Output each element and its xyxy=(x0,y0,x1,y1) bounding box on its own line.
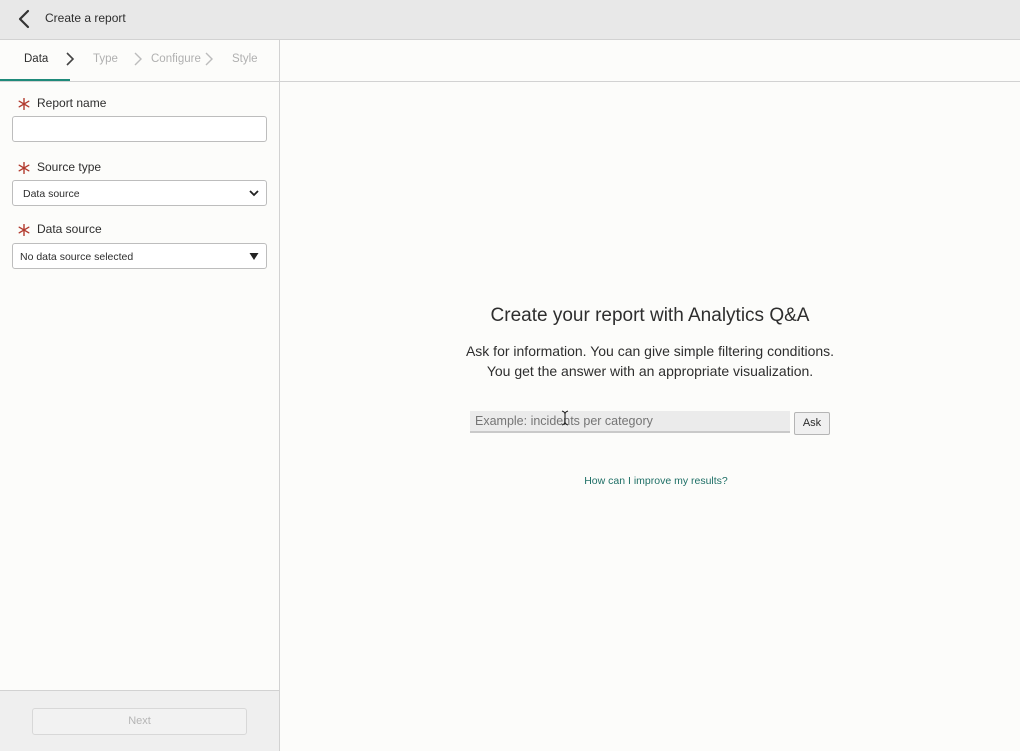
qa-description-line: You get the answer with an appropriate v… xyxy=(486,363,814,379)
source-type-label: Source type xyxy=(37,160,102,174)
text-cursor-icon xyxy=(561,410,569,426)
ask-button[interactable]: Ask xyxy=(794,412,830,435)
report-name-input[interactable] xyxy=(12,116,267,142)
step-data[interactable]: Data xyxy=(24,53,48,65)
chevron-down-icon xyxy=(248,187,260,199)
next-button[interactable]: Next xyxy=(32,708,247,735)
chevron-right-icon xyxy=(132,51,144,67)
source-type-value: Data source xyxy=(23,188,80,200)
qa-description: Ask for information. You can give simple… xyxy=(280,341,1020,381)
chevron-right-icon xyxy=(203,51,215,67)
qa-description-line: Ask for information. You can give simple… xyxy=(465,343,835,359)
step-configure[interactable]: Configure xyxy=(151,53,201,65)
back-arrow-icon[interactable] xyxy=(14,8,36,30)
left-panel: Data Type Configure Style Report name So… xyxy=(0,40,280,751)
right-header xyxy=(280,40,1020,82)
footer-bar: Next xyxy=(0,690,279,751)
page-title: Create a report xyxy=(45,11,126,25)
active-step-indicator xyxy=(0,79,70,81)
chevron-right-icon xyxy=(64,51,76,67)
data-source-value: No data source selected xyxy=(20,251,134,263)
step-navigation: Data Type Configure Style xyxy=(0,40,279,82)
qa-title: Create your report with Analytics Q&A xyxy=(490,305,810,326)
triangle-down-icon xyxy=(248,250,260,262)
step-style[interactable]: Style xyxy=(232,53,258,65)
top-bar: Create a report xyxy=(0,0,1020,40)
source-type-select[interactable]: Data source xyxy=(12,180,267,206)
step-type[interactable]: Type xyxy=(93,53,118,65)
qa-question-input[interactable] xyxy=(470,411,790,433)
improve-results-link[interactable]: How can I improve my results? xyxy=(280,475,1020,487)
report-name-label: Report name xyxy=(37,96,107,110)
data-source-label: Data source xyxy=(37,222,102,236)
data-source-select[interactable]: No data source selected xyxy=(12,243,267,269)
